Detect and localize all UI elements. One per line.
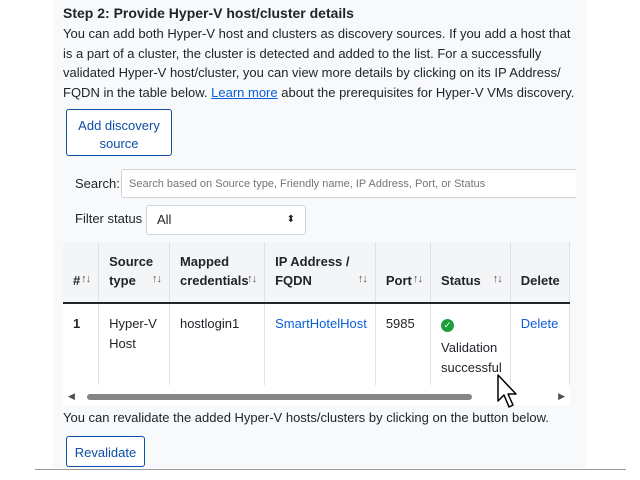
scroll-thumb[interactable] xyxy=(87,394,472,400)
step-description: You can add both Hyper-V host and cluste… xyxy=(63,24,575,102)
column-header-mapped-credentials[interactable]: Mapped credentials ↑↓ xyxy=(169,242,266,303)
header-label: Mapped credentials xyxy=(179,254,249,288)
discovery-sources-table: # ↑↓ Source type ↑↓ Mapped credentials ↑↓ I… xyxy=(63,242,570,388)
table-header-row: # ↑↓ Source type ↑↓ Mapped credentials ↑↓ I… xyxy=(63,242,570,303)
cell-ip-fqdn: SmartHotelHost xyxy=(264,303,376,385)
filter-status-select[interactable]: All ⬍ xyxy=(146,205,306,235)
scroll-left-arrow-icon[interactable]: ◀ xyxy=(68,391,75,402)
filter-status-value: All xyxy=(157,212,172,227)
column-header-status[interactable]: Status ↑↓ xyxy=(430,242,511,303)
learn-more-link[interactable]: Learn more xyxy=(211,85,277,100)
column-header-source-type[interactable]: Source type ↑↓ xyxy=(98,242,170,303)
step-title: Step 2: Provide Hyper-V host/cluster det… xyxy=(63,5,354,21)
bottom-divider xyxy=(35,469,626,470)
column-header-number[interactable]: # ↑↓ xyxy=(63,242,100,303)
search-input[interactable] xyxy=(121,169,576,198)
cell-status: ✓ Validation successful xyxy=(430,303,511,385)
sort-arrows-icon: ↑↓ xyxy=(247,273,257,285)
mouse-cursor-icon xyxy=(497,374,517,408)
sort-arrows-icon: ↑↓ xyxy=(357,273,368,285)
header-label: IP Address / FQDN xyxy=(275,254,350,288)
column-header-port[interactable]: Port ↑↓ xyxy=(375,242,432,303)
check-circle-icon: ✓ xyxy=(441,319,455,332)
header-label: # xyxy=(73,273,81,288)
sort-arrows-icon: ↑↓ xyxy=(492,273,503,285)
header-label: Status xyxy=(441,273,481,288)
ip-fqdn-link[interactable]: SmartHotelHost xyxy=(275,316,367,331)
revalidate-button[interactable]: Revalidate xyxy=(66,436,145,467)
header-label: Port xyxy=(385,273,412,288)
scroll-right-arrow-icon[interactable]: ▶ xyxy=(558,391,565,402)
header-label: Source type xyxy=(109,254,154,288)
column-header-delete: Delete xyxy=(510,242,570,303)
revalidate-description: You can revalidate the added Hyper-V hos… xyxy=(63,410,549,425)
sort-arrows-icon: ↑↓ xyxy=(151,273,162,285)
sort-arrows-icon: ↑↓ xyxy=(81,273,91,285)
search-label: Search: xyxy=(75,176,120,191)
cell-number: 1 xyxy=(63,303,100,385)
cell-port: 5985 xyxy=(375,303,432,385)
select-caret-icon: ⬍ xyxy=(286,214,295,225)
cell-delete: Delete xyxy=(510,303,570,385)
filter-status-label: Filter status xyxy=(75,211,143,226)
column-header-ip-fqdn[interactable]: IP Address / FQDN ↑↓ xyxy=(264,242,376,303)
status-text: Validation successful xyxy=(441,340,502,375)
delete-link[interactable]: Delete xyxy=(521,316,559,331)
sort-arrows-icon: ↑↓ xyxy=(413,273,423,285)
add-discovery-source-button[interactable]: Add discovery source xyxy=(66,109,172,156)
table-row: 1 Hyper-V Host hostlogin1 SmartHotelHost… xyxy=(63,303,570,385)
header-label: Delete xyxy=(520,273,560,288)
cell-mapped-credentials: hostlogin1 xyxy=(169,303,266,385)
description-text-after: about the prerequisites for Hyper-V VMs … xyxy=(277,84,575,100)
cell-source-type: Hyper-V Host xyxy=(98,303,170,385)
horizontal-scrollbar[interactable]: ◀ ▶ xyxy=(63,388,570,405)
